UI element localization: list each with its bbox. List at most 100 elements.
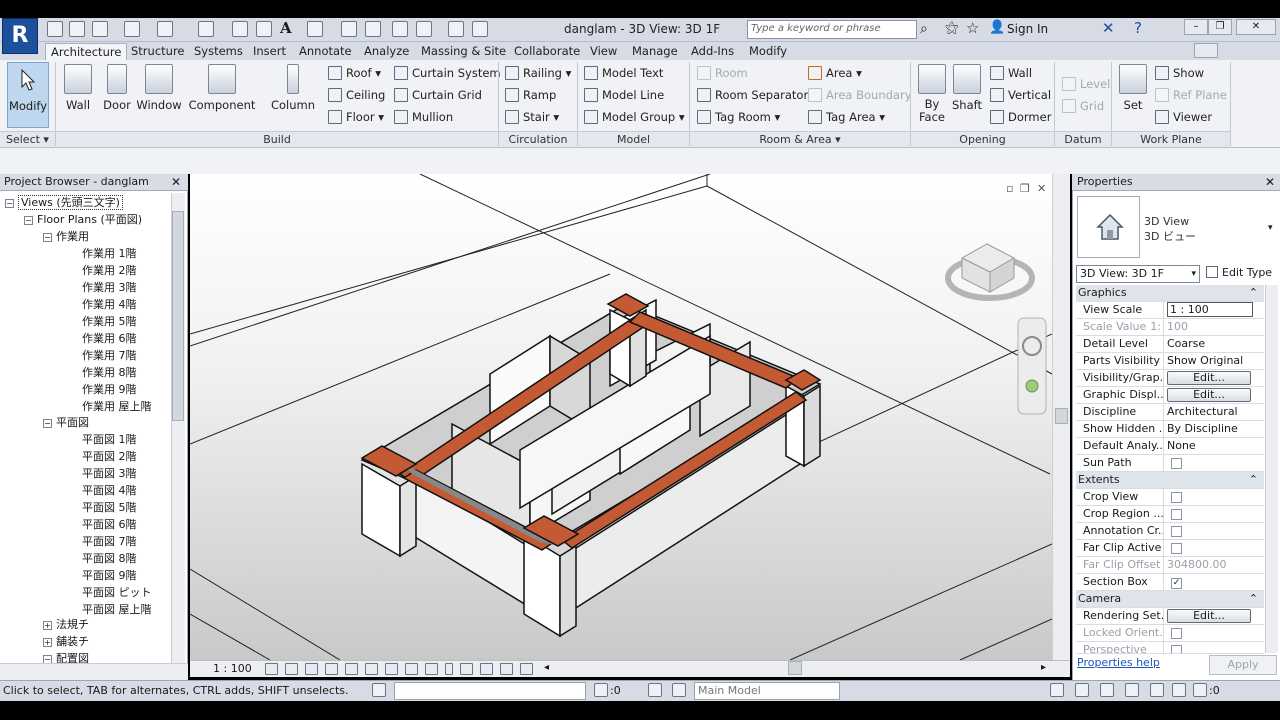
modify-button[interactable]: Modify xyxy=(7,62,49,128)
render-icon[interactable] xyxy=(345,663,358,675)
properties-close-icon[interactable]: ✕ xyxy=(1265,175,1275,189)
group-graphics[interactable]: Graphics ⌃ xyxy=(1076,285,1264,302)
tree-floor-plans[interactable]: − Floor Plans (平面図) xyxy=(24,212,142,228)
highlight-displacement-icon[interactable] xyxy=(500,663,513,675)
sun-path-checkbox[interactable] xyxy=(1171,458,1182,469)
select-pinned-icon[interactable] xyxy=(1100,683,1114,697)
visibility-graphics-edit-button[interactable]: Edit... xyxy=(1167,371,1251,385)
application-menu-button[interactable]: R xyxy=(2,18,38,54)
ceiling-button[interactable]: Ceiling xyxy=(328,86,385,104)
window-button[interactable]: Window xyxy=(136,62,182,112)
model-text-button[interactable]: Model Text xyxy=(584,64,663,82)
room-button[interactable]: Room xyxy=(697,64,748,82)
instance-filter-dropdown[interactable]: 3D View: 3D 1F ▾ xyxy=(1076,265,1200,283)
tree-view-item[interactable]: 平面図 2階 xyxy=(82,449,137,465)
sync-icon[interactable] xyxy=(92,21,108,37)
prop-rendering-settings[interactable]: Rendering Set... Edit... xyxy=(1076,608,1264,625)
tab-view[interactable]: View xyxy=(585,43,622,60)
navigation-bar[interactable] xyxy=(1017,317,1047,415)
prop-view-scale[interactable]: View Scale 1 : 100 xyxy=(1076,302,1264,319)
wall-button[interactable]: Wall xyxy=(58,62,98,112)
tree-view-item[interactable]: 作業用 屋上階 xyxy=(82,399,152,415)
lock-view-icon[interactable] xyxy=(405,663,418,675)
level-button[interactable]: Level xyxy=(1062,75,1110,93)
tree-view-item[interactable]: 平面図 ピット xyxy=(82,585,152,601)
project-browser-scroll-thumb[interactable] xyxy=(172,211,184,421)
select-by-face-icon[interactable] xyxy=(1125,683,1139,697)
prop-graphic-display[interactable]: Graphic Displ... Edit... xyxy=(1076,387,1264,404)
set-work-plane-button[interactable]: Set xyxy=(1116,62,1150,112)
user-icon[interactable]: 👤 xyxy=(989,20,1005,35)
graphic-display-edit-button[interactable]: Edit... xyxy=(1167,388,1251,402)
prop-section-box[interactable]: Section Box ✓ xyxy=(1076,574,1264,591)
tree-view-item[interactable]: 作業用 5階 xyxy=(82,314,137,330)
temporary-hide-icon[interactable] xyxy=(425,663,438,675)
redo-icon[interactable] xyxy=(157,21,173,37)
tree-view-item[interactable]: 作業用 8階 xyxy=(82,365,137,381)
viewer-button[interactable]: Viewer xyxy=(1155,108,1212,126)
temporary-view-properties-icon[interactable] xyxy=(460,663,473,675)
floor-button[interactable]: Floor ▾ xyxy=(328,108,384,126)
shaft-button[interactable]: Shaft xyxy=(950,62,984,112)
project-browser-hscrollbar[interactable] xyxy=(0,663,188,680)
exchange-apps-icon[interactable]: ✕ xyxy=(1102,19,1115,37)
customize-qat-icon[interactable] xyxy=(472,21,488,37)
view-scale-input[interactable]: 1 : 100 xyxy=(1167,302,1253,317)
hscroll-right-arrow[interactable]: ▸ xyxy=(1041,662,1046,673)
tab-modify[interactable]: Modify xyxy=(744,43,792,60)
reveal-hidden-icon[interactable] xyxy=(445,663,453,675)
prop-visibility-graphics[interactable]: Visibility/Grap... Edit... xyxy=(1076,370,1264,387)
tree-view-item[interactable]: 作業用 6階 xyxy=(82,331,137,347)
roof-button[interactable]: Roof ▾ xyxy=(328,64,381,82)
section-box-checkbox[interactable]: ✓ xyxy=(1171,578,1182,589)
area-boundary-button[interactable]: Area Boundary xyxy=(808,86,912,104)
tree-view-item[interactable]: 平面図 5階 xyxy=(82,500,137,516)
3d-view-icon[interactable] xyxy=(307,21,323,37)
close-button[interactable]: ✕ xyxy=(1236,19,1276,35)
tree-group-sagyo[interactable]: − 作業用 xyxy=(43,229,89,245)
sign-in-button[interactable]: Sign In xyxy=(1007,22,1048,36)
show-crop-region-icon[interactable] xyxy=(385,663,398,675)
dormer-button[interactable]: Dormer xyxy=(990,108,1051,126)
ref-plane-button[interactable]: Ref Plane xyxy=(1155,86,1227,104)
properties-help-link[interactable]: Properties help xyxy=(1077,656,1160,669)
tree-view-item[interactable]: 平面図 3階 xyxy=(82,466,137,482)
annotation-crop-checkbox[interactable] xyxy=(1171,526,1182,537)
drag-on-selection-icon[interactable] xyxy=(1150,683,1164,697)
tab-architecture[interactable]: Architecture xyxy=(45,43,128,60)
viewport-vscroll-thumb[interactable] xyxy=(1055,408,1068,424)
tab-insert[interactable]: Insert xyxy=(248,43,291,60)
curtain-system-button[interactable]: Curtain System xyxy=(394,64,501,82)
measure-icon[interactable] xyxy=(198,21,214,37)
room-separator-button[interactable]: Room Separator xyxy=(697,86,808,104)
tree-view-item[interactable]: 作業用 9階 xyxy=(82,382,137,398)
section-icon[interactable] xyxy=(341,21,357,37)
ribbon-minimize-button[interactable] xyxy=(1194,43,1218,58)
close-hidden-icon[interactable] xyxy=(392,21,408,37)
tree-view-item[interactable]: 平面図 6階 xyxy=(82,517,137,533)
view-cube[interactable] xyxy=(945,243,1035,301)
building-model[interactable] xyxy=(360,293,822,638)
tree-group-hoki[interactable]: + 法規チ xyxy=(43,617,89,633)
workset-icon[interactable] xyxy=(372,683,386,697)
column-button[interactable]: Column xyxy=(268,62,318,112)
group-extents[interactable]: Extents ⌃ xyxy=(1076,472,1264,489)
tab-structure[interactable]: Structure xyxy=(126,43,190,60)
thin-lines-icon[interactable] xyxy=(365,21,381,37)
hscroll-left-arrow[interactable]: ◂ xyxy=(544,662,549,673)
stair-button[interactable]: Stair ▾ xyxy=(505,108,559,126)
tree-view-item[interactable]: 平面図 4階 xyxy=(82,483,137,499)
wall-opening-button[interactable]: Wall xyxy=(990,64,1032,82)
tag-room-button[interactable]: Tag Room ▾ xyxy=(697,108,780,126)
tree-view-item[interactable]: 作業用 3階 xyxy=(82,280,137,296)
switch-windows-icon[interactable] xyxy=(416,21,432,37)
by-face-button[interactable]: By Face xyxy=(915,62,949,124)
type-selector[interactable] xyxy=(1077,196,1140,258)
workset-combo[interactable] xyxy=(394,682,586,700)
railing-button[interactable]: Railing ▾ xyxy=(505,64,571,82)
model-group-button[interactable]: Model Group ▾ xyxy=(584,108,685,126)
crop-region-checkbox[interactable] xyxy=(1171,509,1182,520)
tab-analyze[interactable]: Analyze xyxy=(359,43,414,60)
collapse-icon[interactable]: ⌃ xyxy=(1249,285,1258,301)
group-camera[interactable]: Camera ⌃ xyxy=(1076,591,1264,608)
